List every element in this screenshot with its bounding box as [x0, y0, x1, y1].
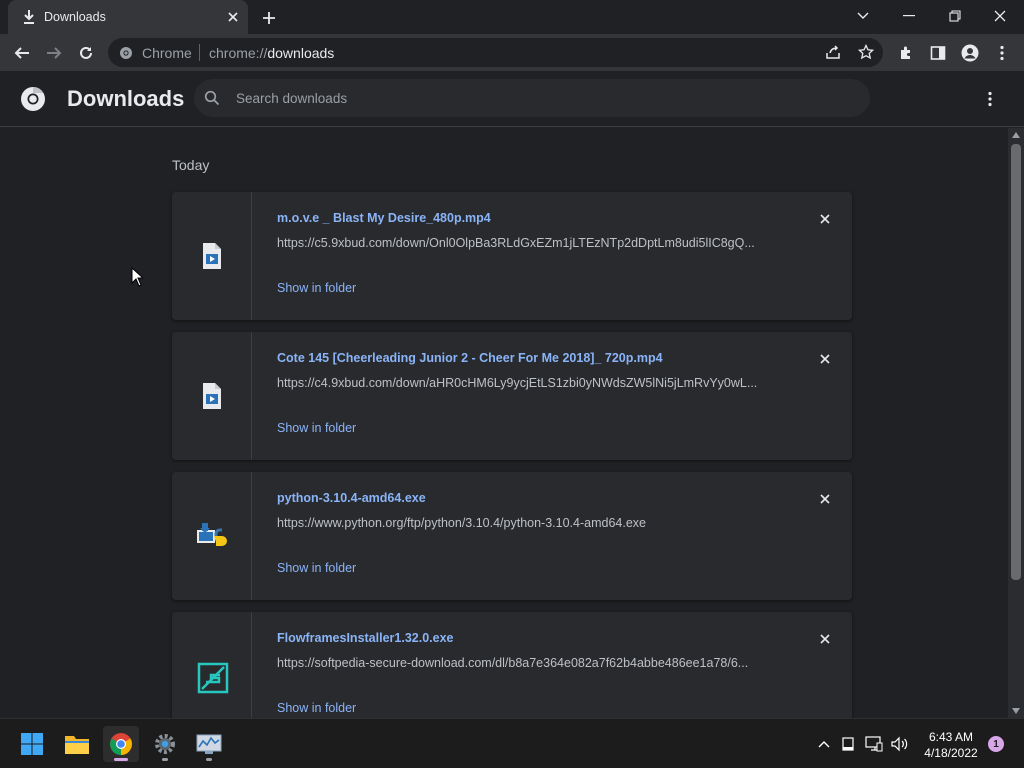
file-icon-column	[172, 192, 252, 320]
volume-icon[interactable]	[891, 735, 909, 753]
downloads-header: Downloads	[0, 71, 1024, 127]
file-icon-column	[172, 472, 252, 600]
side-panel-icon[interactable]	[925, 40, 951, 66]
windows-start-icon[interactable]	[14, 726, 50, 762]
running-app-indicator	[206, 758, 212, 761]
file-icon-column	[172, 612, 252, 718]
file-source-url[interactable]: https://c5.9xbud.com/down/Onl0OlpBa3RLdG…	[277, 236, 777, 250]
download-item: FlowframesInstaller1.32.0.exe https://so…	[172, 612, 852, 718]
browser-window: Downloads Chrome chrome://downloads Down…	[0, 0, 1024, 768]
browser-toolbar: Chrome chrome://downloads	[0, 34, 1024, 71]
clock-time: 6:43 AM	[928, 730, 974, 744]
clock-date: 4/18/2022	[924, 746, 978, 760]
tab-strip: Downloads	[0, 0, 1024, 34]
chrome-logo-icon	[20, 86, 46, 112]
url-text: chrome://downloads	[209, 45, 334, 61]
new-tab-button[interactable]	[258, 7, 280, 29]
download-item: python-3.10.4-amd64.exe https://www.pyth…	[172, 472, 852, 600]
downloads-list: Today m.o.v.e _ Blast My Desire_480p.mp4…	[0, 128, 1008, 718]
file-name-link[interactable]: python-3.10.4-amd64.exe	[277, 491, 426, 505]
resource-monitor-icon[interactable]	[191, 726, 227, 762]
remove-item-icon[interactable]	[815, 489, 835, 509]
reload-icon[interactable]	[73, 40, 99, 66]
show-in-folder-link[interactable]: Show in folder	[277, 561, 356, 575]
page-title: Downloads	[67, 86, 185, 111]
mouse-cursor-icon	[131, 266, 145, 287]
remove-item-icon[interactable]	[815, 349, 835, 369]
tab-search-icon[interactable]	[843, 4, 883, 28]
more-actions-icon[interactable]	[978, 87, 1002, 111]
search-input[interactable]	[236, 88, 836, 108]
show-hidden-icons-chevron-icon[interactable]	[815, 735, 833, 753]
chrome-icon[interactable]	[103, 726, 139, 762]
url-host: downloads	[267, 45, 335, 61]
scroll-down-arrow-icon[interactable]	[1008, 704, 1024, 718]
forward-icon[interactable]	[41, 40, 67, 66]
show-in-folder-link[interactable]: Show in folder	[277, 701, 356, 715]
address-bar[interactable]: Chrome chrome://downloads	[108, 38, 883, 67]
video-file-icon	[200, 382, 224, 410]
tab-downloads[interactable]: Downloads	[8, 0, 248, 34]
flowframes-icon	[197, 662, 229, 694]
download-item: m.o.v.e _ Blast My Desire_480p.mp4 https…	[172, 192, 852, 320]
scroll-thumb[interactable]	[1011, 144, 1021, 580]
python-installer-icon	[196, 522, 228, 550]
video-file-icon	[200, 242, 224, 270]
settings-icon[interactable]	[147, 726, 183, 762]
file-source-url[interactable]: https://c4.9xbud.com/down/aHR0cHM6Ly9ycj…	[277, 376, 777, 390]
file-explorer-icon[interactable]	[59, 726, 95, 762]
show-in-folder-link[interactable]: Show in folder	[277, 281, 356, 295]
file-source-url[interactable]: https://softpedia-secure-download.com/dl…	[277, 656, 777, 670]
file-name-link[interactable]: Cote 145 [Cheerleading Junior 2 - Cheer …	[277, 351, 663, 365]
show-in-folder-link[interactable]: Show in folder	[277, 421, 356, 435]
share-icon[interactable]	[820, 39, 846, 65]
tablet-device-icon[interactable]	[839, 735, 857, 753]
bookmark-star-icon[interactable]	[853, 39, 879, 65]
extensions-icon[interactable]	[893, 40, 919, 66]
address-separator	[199, 44, 200, 61]
back-icon[interactable]	[9, 40, 35, 66]
remove-item-icon[interactable]	[815, 209, 835, 229]
url-scheme: chrome://	[209, 45, 268, 61]
file-icon-column	[172, 332, 252, 460]
download-item: Cote 145 [Cheerleading Junior 2 - Cheer …	[172, 332, 852, 460]
scroll-up-arrow-icon[interactable]	[1008, 128, 1024, 142]
date-section-label: Today	[172, 157, 210, 173]
search-bar[interactable]	[194, 79, 870, 117]
download-icon	[22, 9, 36, 25]
remove-item-icon[interactable]	[815, 629, 835, 649]
active-app-indicator	[114, 758, 128, 761]
notification-badge[interactable]: 1	[988, 736, 1004, 752]
system-clock[interactable]: 6:43 AM 4/18/2022	[916, 729, 986, 761]
file-name-link[interactable]: FlowframesInstaller1.32.0.exe	[277, 631, 453, 645]
network-icon[interactable]	[865, 735, 883, 753]
page-scrollbar[interactable]	[1008, 128, 1024, 718]
close-window-icon[interactable]	[980, 4, 1020, 28]
windows-taskbar: 6:43 AM 4/18/2022 1	[0, 718, 1024, 768]
file-name-link[interactable]: m.o.v.e _ Blast My Desire_480p.mp4	[277, 211, 491, 225]
running-app-indicator	[162, 758, 168, 761]
minimize-icon[interactable]	[889, 4, 929, 28]
tab-title: Downloads	[44, 10, 106, 24]
site-label: Chrome	[142, 45, 192, 61]
browser-menu-icon[interactable]	[989, 40, 1015, 66]
file-source-url[interactable]: https://www.python.org/ftp/python/3.10.4…	[277, 516, 777, 530]
tab-close-icon[interactable]	[224, 8, 242, 26]
chrome-site-icon	[119, 46, 133, 60]
restore-icon[interactable]	[935, 4, 975, 28]
search-icon	[204, 90, 220, 106]
profile-icon[interactable]	[957, 40, 983, 66]
